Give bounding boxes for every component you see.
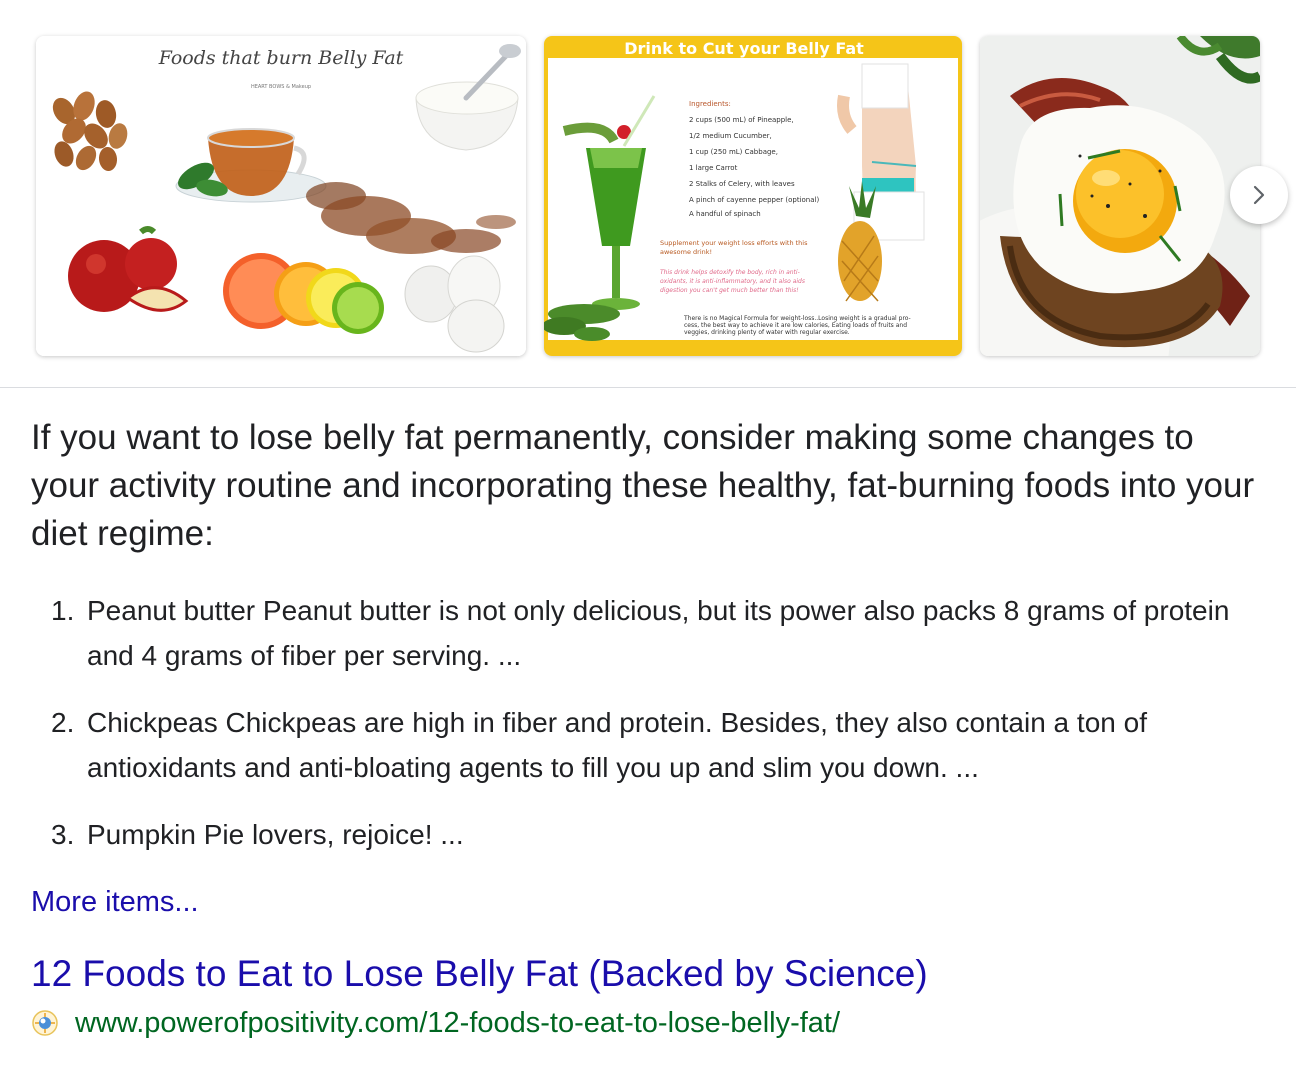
- list-item-number: 1.: [51, 595, 75, 626]
- ingredient-item: 1 cup (250 mL) Cabbage,: [689, 148, 778, 156]
- list-item: 1. Peanut butter Peanut butter is not on…: [31, 588, 1271, 678]
- carousel-image-foods-that-burn-belly-fat[interactable]: Foods that burn Belly Fat HEART BOWS & M…: [36, 36, 526, 356]
- carousel-next-button[interactable]: [1230, 166, 1288, 224]
- foods-image-caption: Foods that burn Belly Fat: [158, 47, 404, 69]
- list-item-number: 3.: [51, 819, 75, 850]
- more-items-link[interactable]: More items...: [31, 882, 199, 922]
- chevron-right-icon: [1253, 185, 1265, 205]
- list-item-text: Chickpeas Chickpeas are high in fiber an…: [87, 707, 1147, 783]
- list-item-number: 2.: [51, 707, 75, 738]
- ingredient-item: A pinch of cayenne pepper (optional): [689, 196, 819, 204]
- result-url[interactable]: www.powerofpositivity.com/12-foods-to-ea…: [75, 1002, 840, 1044]
- ingredient-item: 2 Stalks of Celery, with leaves: [689, 180, 795, 188]
- snippet-intro: If you want to lose belly fat permanentl…: [31, 418, 1255, 553]
- result-title-link[interactable]: 12 Foods to Eat to Lose Belly Fat (Backe…: [31, 948, 928, 1000]
- result-url-row: www.powerofpositivity.com/12-foods-to-ea…: [31, 1002, 840, 1044]
- drink-footer-text: veggies, drinking plenty of water with r…: [684, 329, 850, 336]
- site-favicon-icon: [32, 1010, 58, 1036]
- carousel-image-belly-fat-drink[interactable]: Drink to Cut your Belly Fat Ingredients:…: [544, 36, 962, 356]
- list-item: 2. Chickpeas Chickpeas are high in fiber…: [31, 700, 1271, 790]
- drink-footer-text: cess, the best way to achieve it are low…: [684, 322, 907, 329]
- snippet-list: 1. Peanut butter Peanut butter is not on…: [31, 588, 1271, 879]
- divider: [0, 387, 1296, 388]
- foods-image-credit: HEART BOWS & Makeup: [251, 84, 311, 90]
- ingredient-item: 1/2 medium Cucumber,: [689, 132, 772, 140]
- ingredient-item: A handful of spinach: [689, 210, 761, 218]
- drink-note-text: This drink helps detoxify the body, rich…: [660, 269, 800, 276]
- drink-image-banner: Drink to Cut your Belly Fat: [624, 39, 864, 58]
- drink-note-text: digestion you can't get much better than…: [660, 287, 799, 294]
- supplement-text: Supplement your weight loss efforts with…: [660, 239, 808, 247]
- list-item-text: Peanut butter Peanut butter is not only …: [87, 595, 1230, 671]
- ingredients-title: Ingredients:: [689, 100, 731, 108]
- drink-note-text: oxidants, it is anti-inflammatory, and i…: [660, 278, 805, 285]
- drink-footer-text: There is no Magical Formula for weight-l…: [683, 315, 911, 322]
- supplement-text: awesome drink!: [660, 248, 712, 256]
- list-item: 3. Pumpkin Pie lovers, rejoice! ...: [31, 812, 1271, 857]
- ingredient-item: 1 large Carrot: [689, 164, 738, 172]
- fried-egg-illustration: [1013, 105, 1225, 294]
- ingredient-item: 2 cups (500 mL) of Pineapple,: [689, 116, 794, 124]
- image-carousel: Foods that burn Belly Fat HEART BOWS & M…: [0, 0, 1296, 388]
- carousel-image-fried-egg[interactable]: [980, 36, 1260, 356]
- list-item-text: Pumpkin Pie lovers, rejoice! ...: [87, 819, 464, 850]
